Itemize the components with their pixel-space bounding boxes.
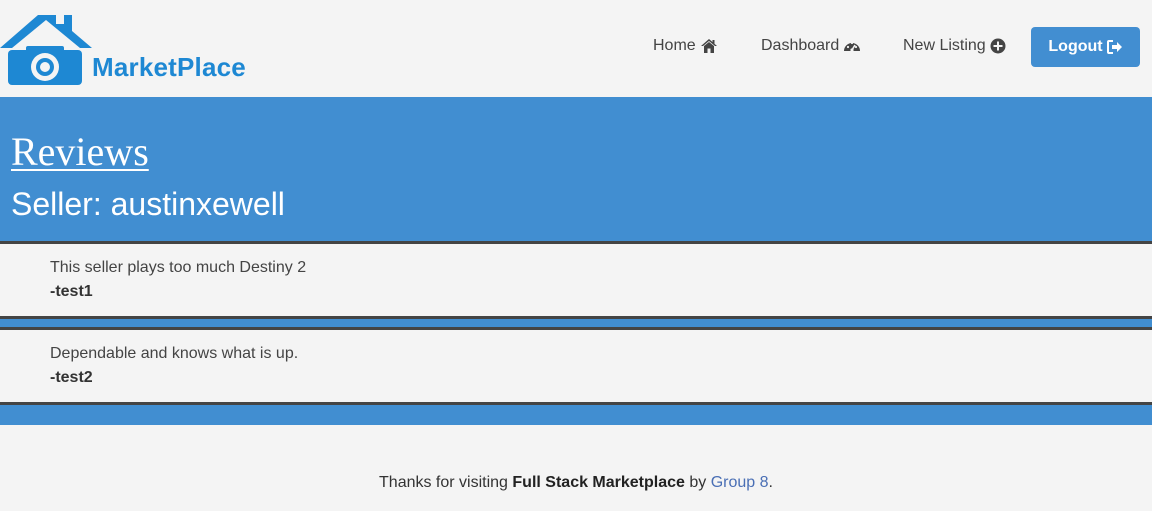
brand-name[interactable]: MarketPlace [92,52,246,83]
nav-home-label: Home [653,37,696,54]
review-author: -test2 [50,369,93,386]
logout-button[interactable]: Logout [1031,27,1140,67]
footer-site-name: Full Stack Marketplace [512,474,685,491]
navbar: MarketPlace Home Dashboard New Listing L… [0,0,1152,97]
footer-by: by [684,474,711,491]
review-separator [0,319,1152,327]
footer: Thanks for visiting Full Stack Marketpla… [0,474,1152,492]
logout-label: Logout [1048,38,1103,55]
nav-dashboard-label: Dashboard [761,37,840,54]
sign-out-icon [1106,40,1122,54]
review-text: Dependable and knows what is up. [50,345,299,362]
seller-name: Seller: austinxewell [11,186,285,222]
plus-circle-icon [990,38,1006,54]
footer-group-link[interactable]: Group 8 [711,474,769,491]
review-card [0,244,1152,316]
nav-home-link[interactable]: Home [653,37,718,55]
nav-new-listing-label: New Listing [903,37,986,54]
nav-new-listing-link[interactable]: New Listing [903,37,1006,55]
dashboard-icon [844,41,861,52]
review-separator [0,405,1152,425]
page-title[interactable]: Reviews [11,128,149,175]
camera-house-icon [0,15,92,85]
footer-prefix: Thanks for visiting [379,474,513,491]
footer-suffix: . [768,474,773,491]
nav-dashboard-link[interactable]: Dashboard [761,37,861,55]
review-author: -test1 [50,283,93,300]
review-card [0,330,1152,402]
home-icon [700,39,717,53]
review-text: This seller plays too much Destiny 2 [50,259,307,276]
